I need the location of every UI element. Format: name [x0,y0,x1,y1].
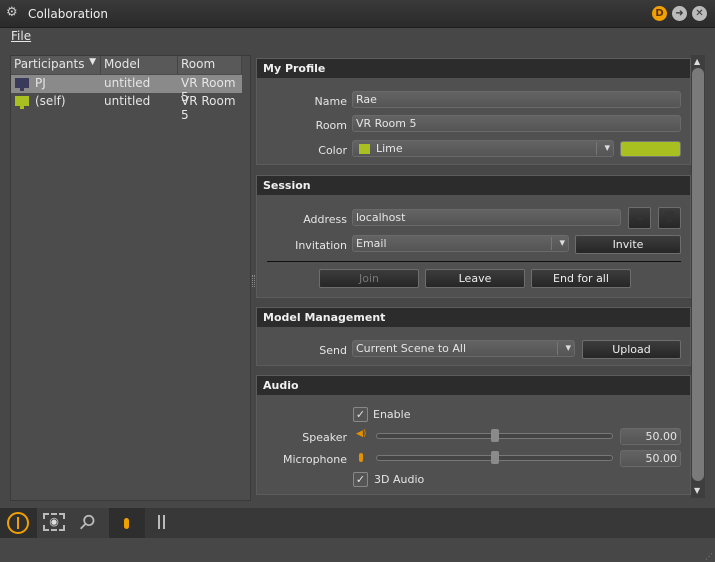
invitation-value: Email [356,237,387,250]
microphone-slider-thumb[interactable] [490,451,499,464]
d-badge-icon[interactable]: D [652,6,667,21]
enable-label: Enable [373,408,411,421]
toolbar-track [145,508,715,538]
participant-name: PJ [35,76,46,90]
laser-pointer-icon[interactable]: ⚲ [74,508,101,535]
lock-icon[interactable]: 🔒︎ [628,207,651,229]
microphone-icon [359,453,363,462]
participant-name: (self) [35,94,66,108]
send-value: Current Scene to All [356,342,467,355]
view-tools: ◉ ⚲ [37,508,109,538]
section-header: Session [257,176,690,195]
eye-icon[interactable]: ◉ [43,513,65,531]
room-field[interactable]: VR Room 5 [352,115,681,132]
color-swatch-icon [359,144,370,154]
column-participants[interactable]: Participants ▼ [11,56,101,74]
title-bar: ⚙ Collaboration D ➜ ✕ [0,0,715,28]
column-label: Participants [14,57,85,71]
microphone-label: Microphone [282,453,347,466]
divider [267,261,681,262]
color-label: Color [318,144,347,157]
menu-file[interactable]: File [11,29,31,43]
splitter-handle[interactable] [252,275,255,287]
3d-audio-checkbox[interactable]: ✓ [353,472,368,487]
room-label: Room [315,119,347,132]
enable-checkbox[interactable]: ✓ [353,407,368,422]
color-name: Lime [376,142,403,155]
pause-icon[interactable] [158,515,165,529]
leave-button[interactable]: Leave [425,269,525,288]
speaker-label: Speaker [302,431,347,444]
speaker-slider-thumb[interactable] [490,429,499,442]
color-preview-button[interactable] [620,141,681,157]
scrollbar-thumb[interactable] [692,68,704,481]
microphone-value[interactable]: 50.00 [620,450,681,467]
bottom-toolbar: ◉ ⚲ [0,508,715,538]
end-for-all-button[interactable]: End for all [531,269,631,288]
my-profile-section: My Profile Name Rae Room VR Room 5 Color… [256,58,691,165]
sort-down-icon: ▼ [89,57,96,67]
participants-table: Participants ▼ Model Room PJ untitled VR … [10,55,251,501]
address-label: Address [303,213,347,226]
join-button[interactable]: Join [319,269,419,288]
send-label: Send [319,344,347,357]
close-icon[interactable]: ✕ [692,6,707,21]
speaker-icon: ◀) [356,429,367,439]
invitation-dropdown[interactable]: Email [352,235,569,252]
speaker-value[interactable]: 50.00 [620,428,681,445]
participant-model: untitled [104,94,151,108]
session-section: Session Address localhost 🔒︎ 🗑︎ Invitati… [256,175,691,298]
column-room[interactable]: Room [178,56,242,74]
name-label: Name [314,95,347,108]
table-row[interactable]: PJ untitled VR Room 5 [11,75,242,104]
status-bar: ⋰ [0,538,715,562]
monitor-icon [15,78,29,91]
invitation-label: Invitation [295,239,347,252]
model-management-section: Model Management Send Current Scene to A… [256,307,691,366]
power-icon[interactable] [7,512,29,534]
section-header: My Profile [257,59,690,78]
arrow-right-icon[interactable]: ➜ [672,6,687,21]
invite-button[interactable]: Invite [575,235,681,254]
section-header: Audio [257,376,690,395]
participant-model: untitled [104,76,151,90]
scroll-down-icon[interactable]: ▼ [694,486,700,495]
address-field[interactable]: localhost [352,209,621,226]
color-dropdown[interactable]: Lime [352,140,614,157]
scrollbar[interactable]: ▲ ▼ [691,55,705,498]
resize-grip-icon[interactable]: ⋰ [705,552,713,561]
menu-bar: File [0,28,715,46]
participant-room: VR Room 5 [181,94,236,122]
3d-audio-label: 3D Audio [374,473,425,486]
trash-icon[interactable]: 🗑︎ [658,207,681,229]
column-model[interactable]: Model [101,56,178,74]
table-row[interactable]: (self) untitled VR Room 5 [11,93,242,122]
audio-section: Audio ✓ Enable Speaker ◀) 50.00 Micropho… [256,375,691,495]
scroll-up-icon[interactable]: ▲ [694,57,700,66]
window-title: Collaboration [28,7,108,21]
send-dropdown[interactable]: Current Scene to All [352,340,575,357]
microphone-toggle-icon[interactable] [124,518,129,529]
collaboration-icon: ⚙ [6,5,18,20]
upload-button[interactable]: Upload [582,340,681,359]
name-field[interactable]: Rae [352,91,681,108]
section-header: Model Management [257,308,690,327]
settings-panel: My Profile Name Rae Room VR Room 5 Color… [256,55,691,498]
monitor-icon [15,96,29,109]
